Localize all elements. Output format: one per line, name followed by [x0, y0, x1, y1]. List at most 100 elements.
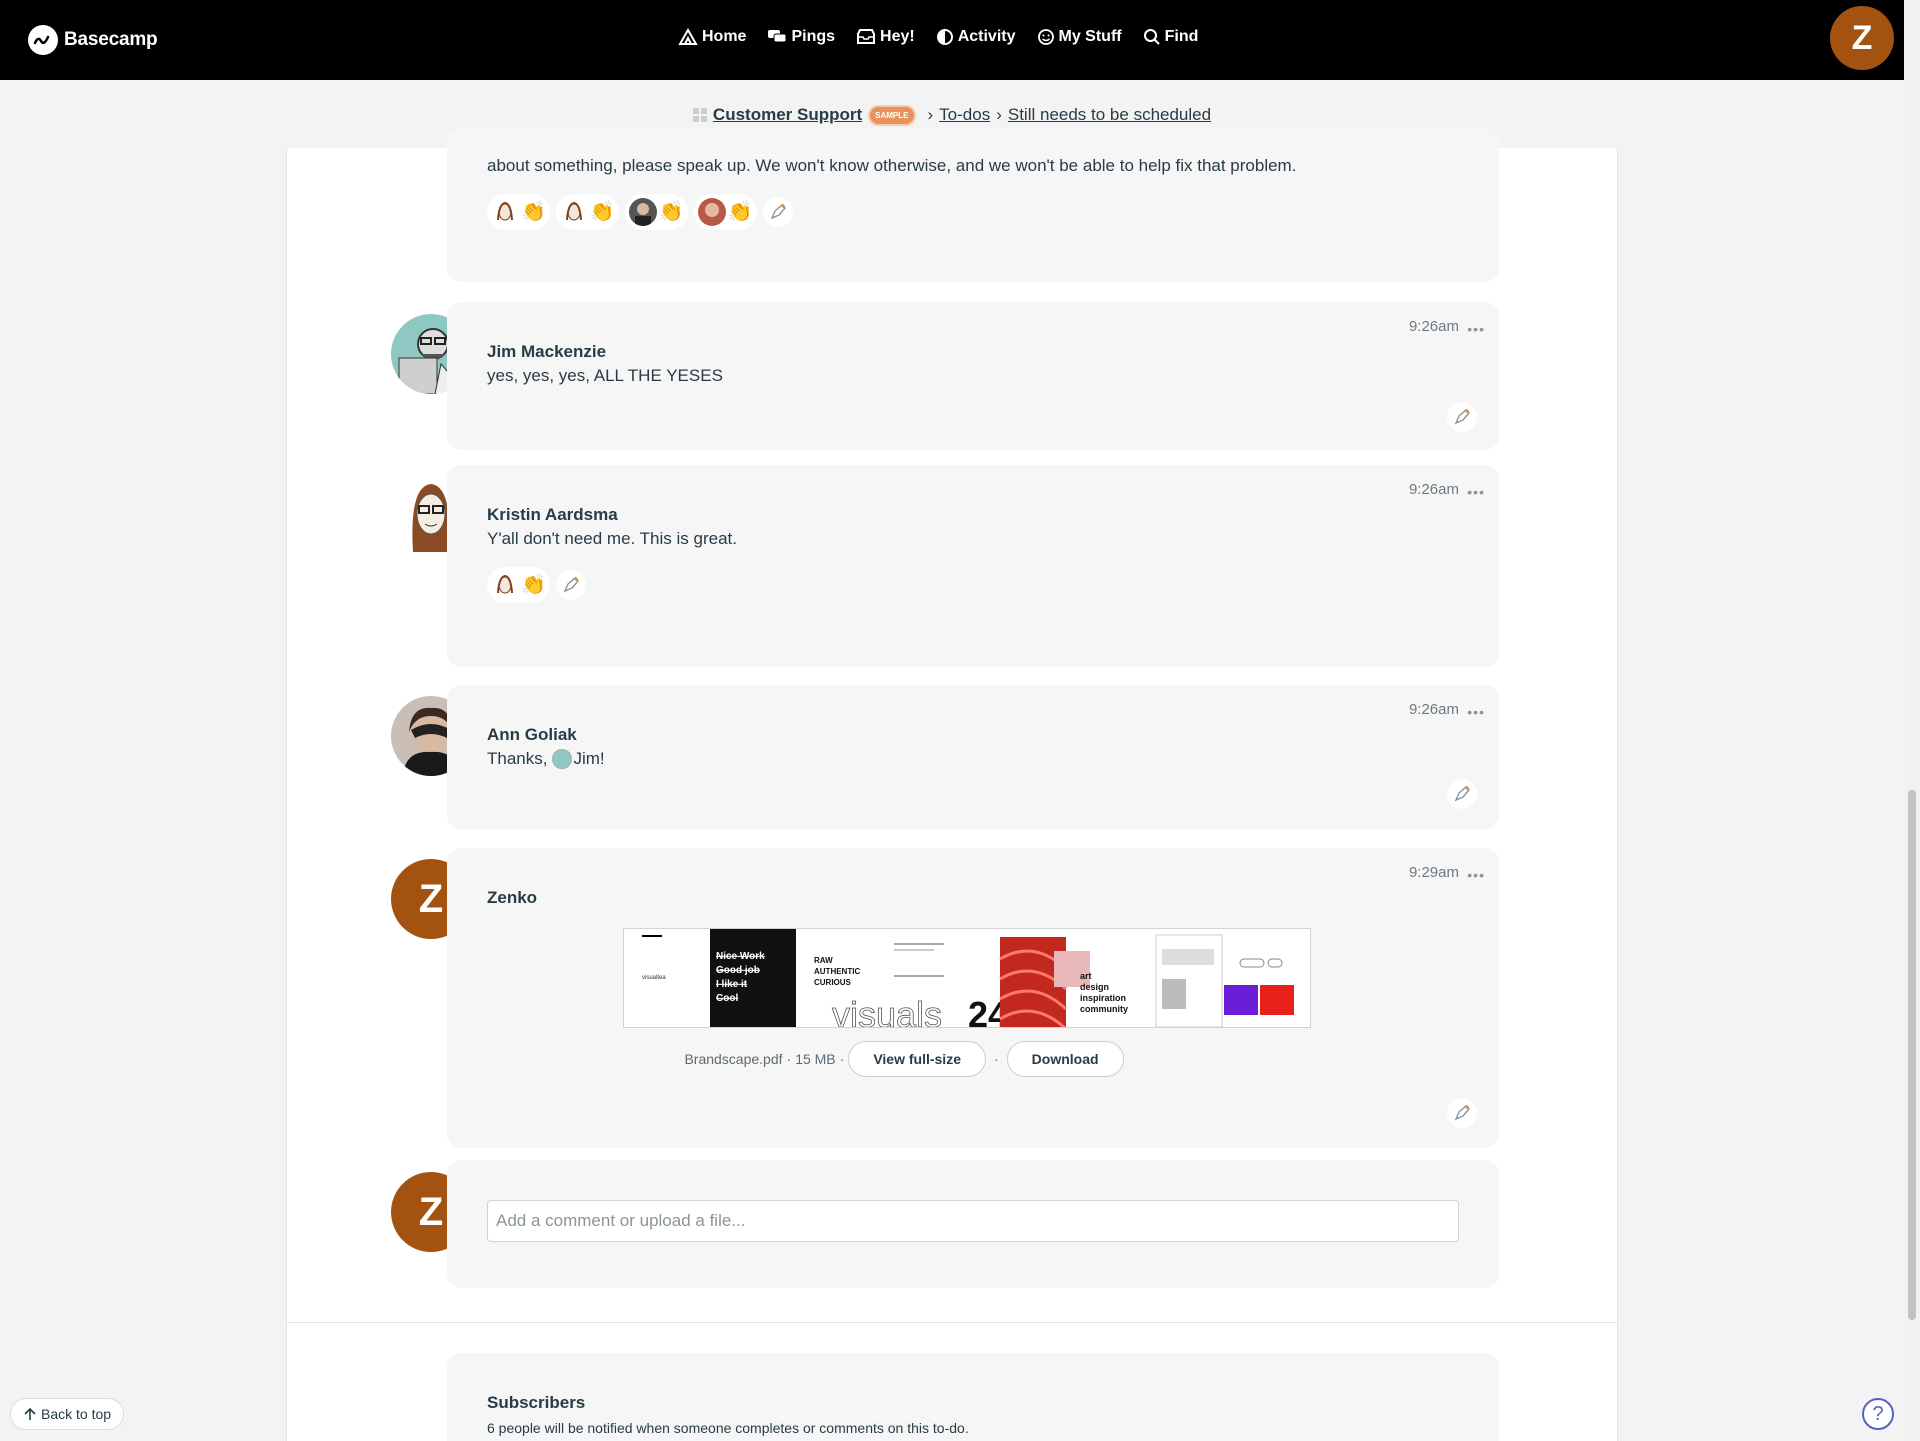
- clap-emoji-icon: 👏: [521, 201, 546, 223]
- add-boost-button[interactable]: [762, 197, 793, 227]
- subscribers-title: Subscribers: [487, 1393, 586, 1412]
- nav-find[interactable]: Find: [1143, 28, 1199, 46]
- comment-menu-icon[interactable]: •••: [1467, 321, 1485, 337]
- nav-activity[interactable]: Activity: [936, 28, 1016, 46]
- boost[interactable]: 👏: [693, 194, 757, 230]
- comment-previous: about something, please speak up. We won…: [447, 128, 1499, 282]
- subscribers-section: Subscribers 6 people will be notified wh…: [447, 1353, 1499, 1441]
- rocket-boost-icon: [1454, 786, 1470, 802]
- activity-icon: [936, 29, 953, 45]
- add-boost-button[interactable]: [555, 570, 586, 600]
- preview-crossed-text: Cool: [716, 993, 738, 1004]
- section-divider: [287, 1322, 1617, 1323]
- comment-zenko: 9:29am ••• Zenko visualtea Nice Work Goo…: [447, 848, 1499, 1148]
- breadcrumb-todos-link[interactable]: To-dos: [939, 105, 990, 125]
- comment-input[interactable]: Add a comment or upload a file...: [487, 1200, 1459, 1242]
- sample-badge: SAMPLE: [868, 104, 916, 126]
- top-navigation: Basecamp Home Pings Hey! Activity My Stu…: [0, 0, 1904, 80]
- scrollbar-thumb[interactable]: [1908, 790, 1916, 1320]
- user-avatar[interactable]: Z: [1830, 6, 1894, 70]
- comment-timestamp[interactable]: 9:26am: [1409, 481, 1459, 498]
- breadcrumb-project-link[interactable]: Customer Support: [713, 105, 862, 125]
- boost-avatar: [697, 198, 726, 226]
- rocket-boost-icon: [563, 577, 579, 593]
- boosts-row: 👏 👏 👏 👏: [487, 194, 793, 230]
- svg-text:visualtea: visualtea: [642, 975, 666, 981]
- nav-activity-label: Activity: [957, 28, 1016, 45]
- boost[interactable]: 👏: [487, 567, 550, 603]
- add-boost-button[interactable]: [1447, 1098, 1477, 1128]
- boosts-row: 👏: [487, 567, 586, 603]
- boost-avatar: [491, 198, 519, 226]
- comment-author[interactable]: Ann Goliak: [487, 725, 577, 745]
- meta-separator: ·: [994, 1051, 999, 1067]
- boost-avatar: [559, 198, 588, 226]
- attachment-filename: Brandscape.pdf: [684, 1051, 783, 1067]
- nav-my-stuff[interactable]: My Stuff: [1037, 28, 1122, 46]
- rocket-boost-icon: [770, 204, 786, 220]
- preview-crossed-text: Nice Work: [716, 951, 765, 962]
- nav-pings-label: Pings: [791, 28, 836, 45]
- comment-ann-goliak: 9:26am ••• Ann Goliak Thanks, Jim!: [447, 685, 1499, 829]
- comment-menu-icon[interactable]: •••: [1467, 867, 1485, 883]
- smiley-icon: [1037, 29, 1054, 45]
- breadcrumb-list-link[interactable]: Still needs to be scheduled: [1008, 105, 1211, 125]
- preview-crossed-text: Good job: [716, 965, 760, 976]
- arrow-up-icon: [24, 1407, 36, 1420]
- preview-art-text: design: [1080, 982, 1109, 992]
- comment-author[interactable]: Kristin Aardsma: [487, 505, 618, 525]
- add-boost-button[interactable]: [1447, 779, 1477, 809]
- add-boost-button[interactable]: [1447, 402, 1477, 432]
- preview-art-text: inspiration: [1080, 993, 1126, 1003]
- comment-menu-icon[interactable]: •••: [1467, 484, 1485, 500]
- preview-art-text: art: [1080, 971, 1092, 981]
- boost-avatar: [491, 571, 519, 599]
- nav-home[interactable]: Home: [678, 28, 746, 46]
- back-to-top-button[interactable]: Back to top: [10, 1398, 125, 1430]
- comment-timestamp[interactable]: 9:29am: [1409, 864, 1459, 881]
- nav-find-label: Find: [1164, 28, 1199, 45]
- comment-timestamp[interactable]: 9:26am: [1409, 701, 1459, 718]
- download-button[interactable]: Download: [1006, 1041, 1124, 1077]
- breadcrumb-separator: ›: [996, 105, 1002, 124]
- meta-separator: ·: [839, 1051, 845, 1067]
- comment-body-text: Thanks,: [487, 749, 548, 768]
- mention-name[interactable]: Jim!: [573, 749, 604, 769]
- boost-avatar: [628, 198, 657, 226]
- preview-crossed-text: I like it: [716, 979, 748, 990]
- attachment-size: 15 MB: [795, 1051, 836, 1067]
- page-scrollbar[interactable]: [1904, 0, 1920, 1441]
- basecamp-logo[interactable]: Basecamp: [28, 25, 158, 55]
- subscribers-description: 6 people will be notified when someone c…: [487, 1420, 969, 1436]
- rocket-boost-icon: [1454, 1105, 1470, 1121]
- nav-hey-label: Hey!: [880, 28, 915, 45]
- nav-my-stuff-label: My Stuff: [1058, 28, 1122, 45]
- meta-separator: ·: [786, 1051, 792, 1067]
- comment-author[interactable]: Zenko: [487, 888, 537, 908]
- help-button[interactable]: ?: [1862, 1398, 1894, 1430]
- nav-pings[interactable]: Pings: [767, 28, 835, 46]
- comment-body: about something, please speak up. We won…: [487, 156, 1297, 175]
- mention-avatar[interactable]: [552, 749, 573, 769]
- boost[interactable]: 👏: [624, 194, 688, 230]
- comment-body: Thanks, Jim!: [487, 749, 605, 769]
- comment-author[interactable]: Jim Mackenzie: [487, 342, 606, 362]
- preview-raw-text: RAW: [814, 956, 833, 965]
- attachment-preview[interactable]: visualtea Nice Work Good job I like it C…: [623, 928, 1311, 1028]
- boost[interactable]: 👏: [555, 194, 619, 230]
- nav-hey[interactable]: Hey!: [856, 28, 915, 46]
- boost[interactable]: 👏: [487, 194, 550, 230]
- view-full-size-button[interactable]: View full-size: [848, 1041, 986, 1077]
- preview-raw-text: CURIOUS: [814, 978, 852, 987]
- pings-icon: [768, 30, 787, 43]
- project-grid-icon: [692, 108, 707, 122]
- comment-timestamp[interactable]: 9:26am: [1409, 318, 1459, 335]
- rocket-boost-icon: [1454, 409, 1470, 425]
- comment-body: Y'all don't need me. This is great.: [487, 529, 737, 548]
- comment-menu-icon[interactable]: •••: [1467, 704, 1485, 720]
- preview-raw-text: AUTHENTIC: [814, 967, 860, 976]
- basecamp-logo-icon: [28, 25, 58, 55]
- clap-emoji-icon: 👏: [658, 201, 684, 223]
- hey-inbox-icon: [857, 29, 876, 44]
- home-icon: [678, 28, 698, 45]
